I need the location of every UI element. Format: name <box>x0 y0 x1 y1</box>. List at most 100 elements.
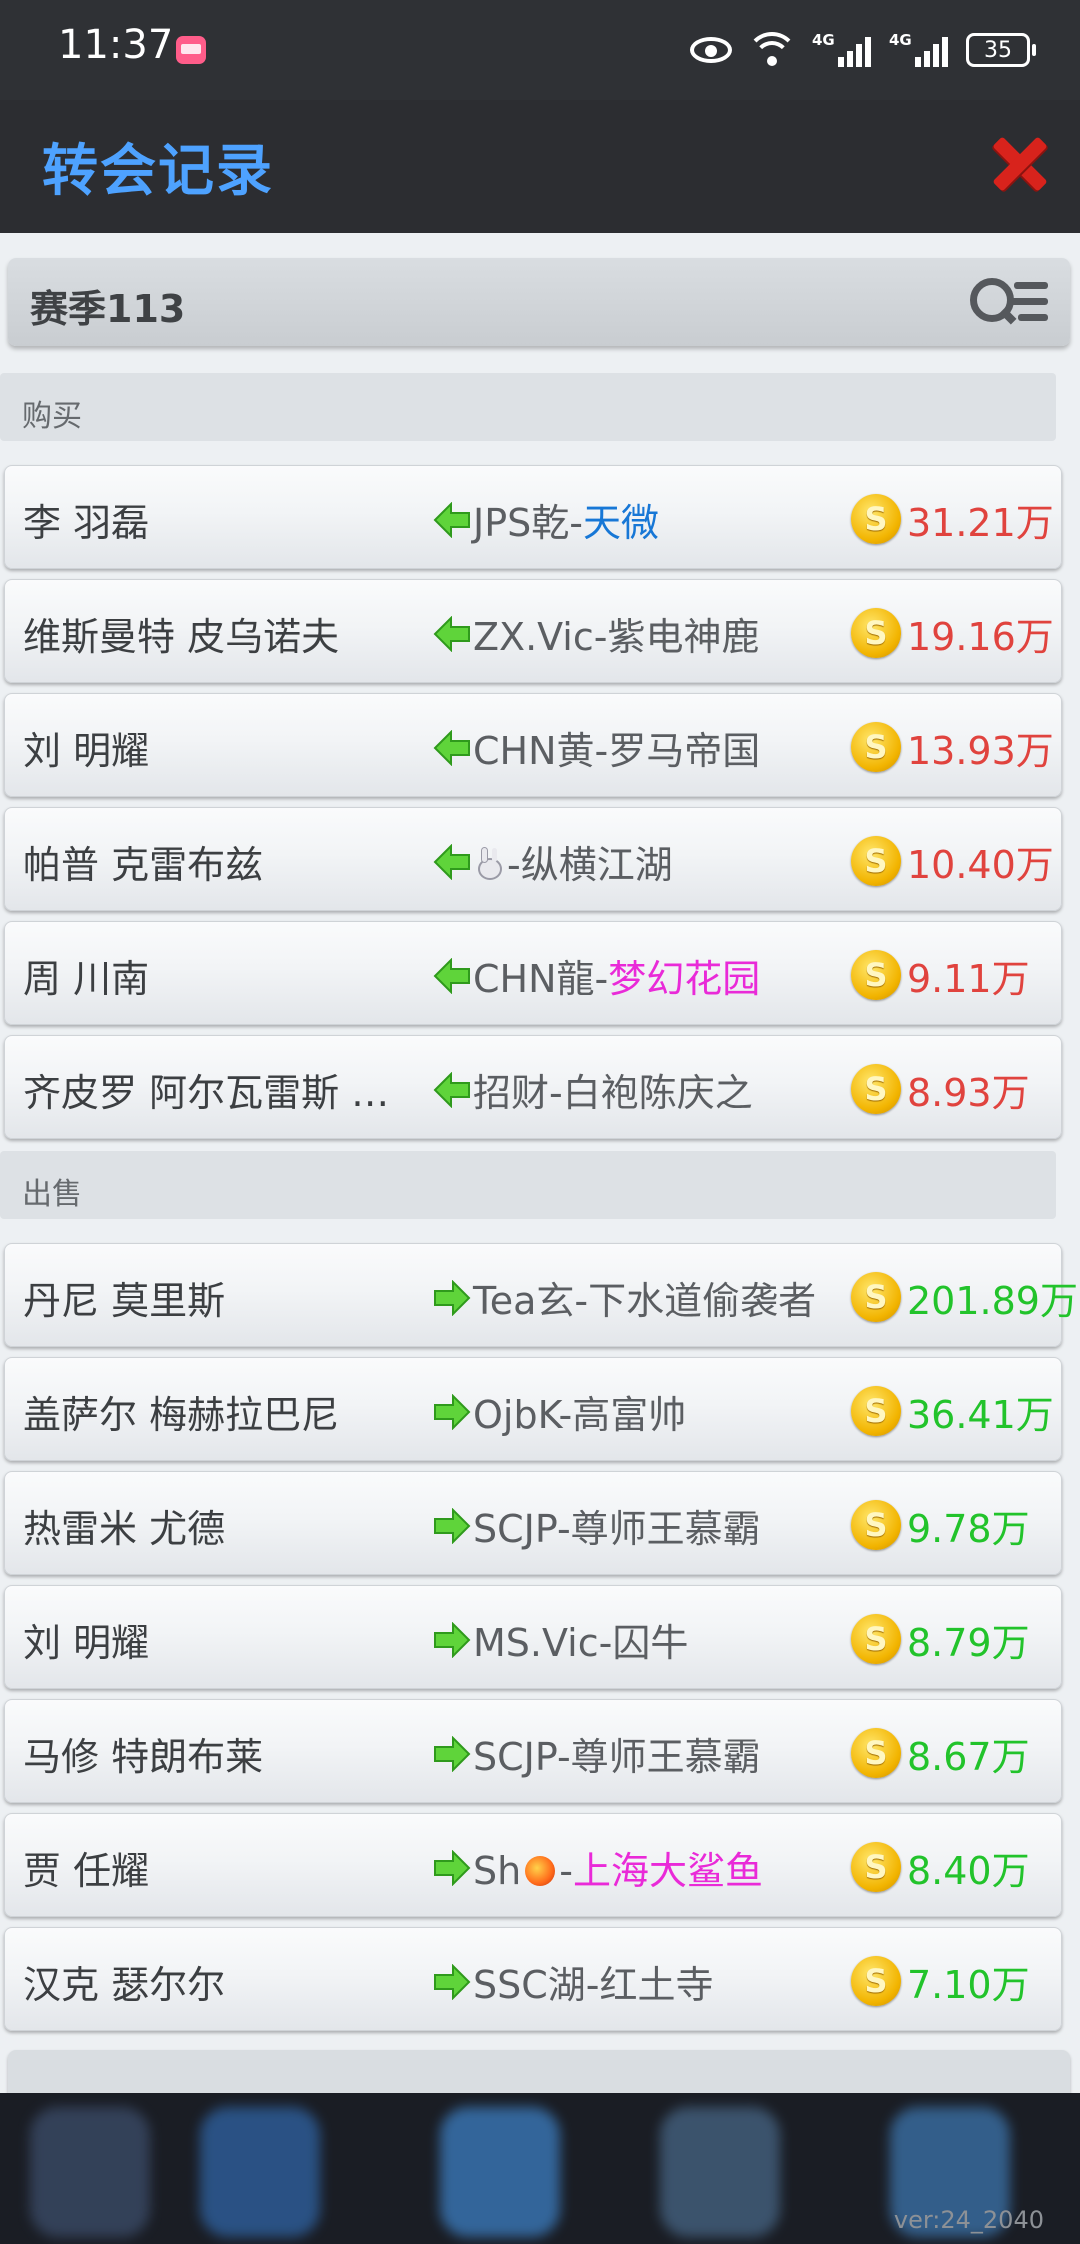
transfer-row[interactable]: 李 羽磊 JPS乾-天微 S 31.21万 <box>4 465 1062 569</box>
club-info: SCJP-尊师王慕霸 <box>473 1726 761 1781</box>
club-prefix: SCJP- <box>473 1735 571 1779</box>
transfer-price: 8.40万 <box>907 1849 1030 1893</box>
transfer-row[interactable]: 马修 特朗布莱 SCJP-尊师王慕霸 S 8.67万 <box>4 1699 1062 1803</box>
arrow-left-icon <box>433 501 471 539</box>
club-prefix: ZX.Vic- <box>473 615 608 659</box>
nav-item-icon <box>30 2107 150 2237</box>
transfer-price: 9.78万 <box>907 1507 1030 1551</box>
season-selector[interactable]: 赛季113 <box>8 258 1070 346</box>
eye-icon <box>690 37 732 63</box>
club-name: 高富帅 <box>572 1393 687 1437</box>
nav-item-icon <box>440 2107 560 2237</box>
transfer-row[interactable]: 丹尼 莫里斯 Tea玄-下水道偷袭者 S 201.89万 <box>4 1243 1078 1347</box>
club-name: 尊师王慕霸 <box>570 1735 761 1779</box>
transfer-row[interactable]: 帕普 克雷布兹 -纵横江湖 S 10.40万 <box>4 807 1062 911</box>
arrow-right-icon <box>433 1849 471 1887</box>
transfer-price: 7.10万 <box>907 1963 1030 2007</box>
coin-icon: S <box>851 1064 901 1114</box>
transfer-row[interactable]: 刘 明耀 MS.Vic-囚牛 S 8.79万 <box>4 1585 1062 1689</box>
player-name: 马修 特朗布莱 <box>23 1735 264 1779</box>
status-bar: 11:37 4G 4G 35 <box>0 0 1080 100</box>
player-name: 热雷米 尤德 <box>23 1507 226 1551</box>
signal-4g-icon: 4G <box>812 31 871 67</box>
transfer-row[interactable]: 贾 任耀 Sh -上海大鲨鱼 S 8.40万 <box>4 1813 1062 1917</box>
nav-item-icon <box>200 2107 320 2237</box>
club-info: CHN黄-罗马帝国 <box>473 720 760 775</box>
club-name: 罗马帝国 <box>608 729 761 773</box>
club-info: JPS乾-天微 <box>473 492 659 547</box>
club-prefix: SSC湖- <box>473 1963 600 2007</box>
club-info: 招财-白袍陈庆之 <box>473 1062 753 1117</box>
club-prefix: Sh <box>473 1849 522 1893</box>
club-name: 囚牛 <box>612 1621 689 1665</box>
arrow-right-icon <box>433 1279 471 1317</box>
club-prefix: - <box>507 843 521 887</box>
signal-4g-icon: 4G <box>889 31 948 67</box>
battery-level: 35 <box>984 37 1012 63</box>
club-name: 下水道偷袭者 <box>588 1279 817 1323</box>
club-separator: - <box>559 1849 573 1893</box>
transfer-price: 10.40万 <box>907 843 1054 887</box>
transfer-row[interactable]: 热雷米 尤德 SCJP-尊师王慕霸 S 9.78万 <box>4 1471 1062 1575</box>
transfer-row[interactable]: 维斯曼特 皮乌诺夫 ZX.Vic-紫电神鹿 S 19.16万 <box>4 579 1062 683</box>
player-name: 盖萨尔 梅赫拉巴尼 <box>23 1393 340 1437</box>
arrow-right-icon <box>433 1963 471 2001</box>
coin-icon: S <box>851 494 901 544</box>
dialog-header: 转会记录 <box>0 100 1080 233</box>
club-info: OjbK-高富帅 <box>473 1384 686 1439</box>
club-name: 梦幻花园 <box>608 957 761 1001</box>
arrow-left-icon <box>433 1071 471 1109</box>
player-name: 周 川南 <box>23 957 150 1001</box>
transfer-price: 8.67万 <box>907 1735 1030 1779</box>
player-name: 刘 明耀 <box>23 729 150 773</box>
transfer-row[interactable]: 汉克 瑟尔尔 SSC湖-红土寺 S 7.10万 <box>4 1927 1062 2031</box>
section-header-buy: 购买 <box>0 373 1056 441</box>
network-label: 4G <box>812 31 835 49</box>
coin-icon: S <box>851 1272 901 1322</box>
transfer-price: 8.79万 <box>907 1621 1030 1665</box>
arrow-left-icon <box>433 729 471 767</box>
transfer-row[interactable]: 刘 明耀 CHN黄-罗马帝国 S 13.93万 <box>4 693 1062 797</box>
club-name: 红土寺 <box>599 1963 714 2007</box>
coin-icon: S <box>851 1500 901 1550</box>
transfer-price: 19.16万 <box>907 615 1054 659</box>
rabbit-icon <box>473 848 507 882</box>
transfer-records-panel: 赛季113 购买李 羽磊 JPS乾-天微 S 31.21万 维斯曼特 皮乌诺夫 ZX.Vi… <box>0 233 1080 2093</box>
club-prefix: 招财- <box>473 1071 563 1115</box>
transfer-row[interactable]: 齐皮罗 阿尔瓦雷斯 卡... 招财-白袍陈庆之 S 8.93万 <box>4 1035 1062 1139</box>
club-name: 上海大鲨鱼 <box>572 1849 763 1893</box>
coin-icon: S <box>851 836 901 886</box>
player-name: 丹尼 莫里斯 <box>23 1279 226 1323</box>
transfer-price: 9.11万 <box>907 957 1030 1001</box>
coin-icon: S <box>851 1842 901 1892</box>
section-header-sell: 出售 <box>0 1151 1056 1219</box>
club-info: Tea玄-下水道偷袭者 <box>473 1270 816 1325</box>
bottom-nav-blurred: ver:24_2040 <box>0 2093 1080 2244</box>
transfer-row[interactable]: 周 川南 CHN龍-梦幻花园 S 9.11万 <box>4 921 1062 1025</box>
club-name: 紫电神鹿 <box>607 615 760 659</box>
club-prefix: Tea玄- <box>473 1279 589 1323</box>
section-title: 购买 <box>22 399 82 434</box>
version-label: ver:24_2040 <box>893 2206 1044 2234</box>
club-info: CHN龍-梦幻花园 <box>473 948 760 1003</box>
club-prefix: JPS乾- <box>473 501 583 545</box>
player-name: 贾 任耀 <box>23 1849 150 1893</box>
list-item-partial <box>8 2050 1070 2093</box>
transfer-price: 13.93万 <box>907 729 1054 773</box>
status-icons: 4G 4G 35 <box>690 28 1036 72</box>
club-prefix: CHN黄- <box>473 729 609 773</box>
transfer-price: 36.41万 <box>907 1393 1054 1437</box>
fireball-icon <box>525 1856 556 1886</box>
arrow-left-icon <box>433 957 471 995</box>
transfer-row[interactable]: 盖萨尔 梅赫拉巴尼 OjbK-高富帅 S 36.41万 <box>4 1357 1062 1461</box>
close-icon[interactable] <box>990 132 1048 194</box>
player-name: 刘 明耀 <box>23 1621 150 1665</box>
club-prefix: SCJP- <box>473 1507 571 1551</box>
arrow-right-icon <box>433 1621 471 1659</box>
coin-icon: S <box>851 722 901 772</box>
network-label: 4G <box>889 31 912 49</box>
search-filter-icon[interactable] <box>968 274 1048 330</box>
club-info: MS.Vic-囚牛 <box>473 1612 688 1667</box>
arrow-right-icon <box>433 1393 471 1431</box>
wifi-icon <box>750 32 794 68</box>
